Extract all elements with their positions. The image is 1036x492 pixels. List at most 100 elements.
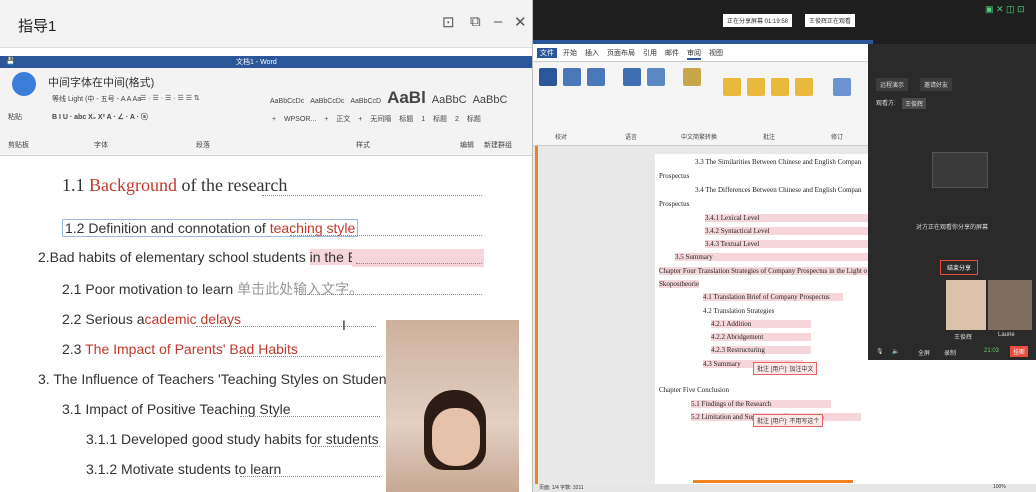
page-count: 页面: 1/4 字数: 3211 (539, 485, 584, 491)
doc-line: Prospectus (659, 200, 690, 208)
doc-line: 3.3 The Similarities Between Chinese and… (695, 158, 862, 166)
call-time: 21:03 (984, 348, 1000, 354)
style-names: + WPSOR... + 正文 + 无间隔 标题 1 标题 2 标题 (272, 114, 481, 124)
sharing-message: 对方正在观看你分享的屏幕 (916, 225, 989, 231)
doc-line: 3.4.3 Textual Level (705, 240, 873, 248)
tab-view[interactable]: 视图 (709, 48, 723, 58)
document-page[interactable]: 3.3 The Similarities Between Chinese and… (655, 154, 873, 484)
comment-1[interactable]: 批注 [用户]: 加注中文 (753, 362, 818, 375)
translate-icon[interactable] (623, 68, 641, 86)
paragraph-tools[interactable]: ☰ · ☰ · ☰ · ☰ ☰ ⇅ (140, 94, 200, 102)
screen-share-thumbnail (932, 152, 988, 188)
meeting-panel: 远程演示 邀请好友 观看方: 王俊辉 对方正在观看你分享的屏幕 结束分享 王俊辉… (868, 44, 1036, 492)
zoom-level[interactable]: 100% (993, 484, 1006, 490)
doc-line: 4.2.2 Abridgement (711, 333, 811, 341)
thesaurus-icon[interactable] (563, 68, 581, 86)
group-new: 新建群组 (484, 142, 512, 149)
group-tracking: 修订 (831, 135, 844, 141)
toc-highlight: Background (89, 175, 177, 195)
pin-icon[interactable]: ⊡ (442, 13, 455, 31)
word-count-icon[interactable] (587, 68, 605, 86)
tab-mailings[interactable]: 邮件 (665, 48, 679, 58)
style-sample[interactable]: AaBl (387, 88, 426, 108)
highlight-block (352, 249, 484, 267)
person-face (432, 408, 480, 466)
group-comments: 批注 (763, 135, 776, 141)
annotation-bracket (693, 480, 853, 483)
style-name: + 无间隔 (358, 116, 392, 123)
doc-line: Chapter Four Translation Strategies of C… (659, 267, 873, 275)
word-tab-bar: 文件 开始 插入 页面布局 引用 邮件 审阅 视图 (533, 44, 873, 62)
remote-demo-button[interactable]: 远程演示 (876, 78, 909, 91)
fullscreen-button[interactable]: 全屏 (918, 348, 930, 357)
right-window: 正在分享屏幕 01:19:58 王俊辉正在观看 ▣ ✕ ◫ ⊡ 文件 开始 插入… (532, 0, 1036, 492)
paste-button[interactable]: 粘贴 (8, 112, 22, 122)
style-sample[interactable]: AaBbC (473, 94, 508, 106)
word-ribbon: 中间字体在中间(格式) 等线 Light (中 - 五号 - A A Aa B … (0, 68, 532, 156)
review-ribbon: 校对 语言 中文简繁转换 批注 修订 (533, 62, 873, 146)
tab-layout[interactable]: 页面布局 (607, 48, 635, 58)
style-sample[interactable]: AaBbCcDc (310, 98, 344, 105)
group-paragraph: 段落 (196, 142, 210, 149)
save-icon[interactable]: 💾 (6, 57, 15, 65)
doc-line: 4.2.3 Restructuring (711, 346, 811, 354)
track-changes-icon[interactable] (833, 78, 851, 96)
close-icon[interactable]: ✕ (514, 13, 527, 31)
doc-line: 3.5 Summary (675, 253, 873, 261)
group-font: 字体 (94, 142, 108, 149)
toc-text: 3.1.2 Motivate students to learn (86, 461, 282, 477)
window-title: 指导1 (18, 18, 57, 35)
stop-share-button[interactable]: 结束分享 (940, 260, 979, 275)
style-sample[interactable]: AaBbCcDc (270, 98, 304, 105)
doc-line: Chapter Five Conclusion (659, 386, 729, 394)
toc-text: 2.Bad habits of elementary school studen… (38, 249, 310, 265)
tab-review[interactable]: 审阅 (687, 48, 701, 60)
doc-line: 4.2.1 Addition (711, 320, 811, 328)
style-sample[interactable]: AaBbC (432, 94, 467, 106)
toc-line: 2.3 The Impact of Parents' Bad Habits (62, 341, 298, 357)
word-title-bar: 💾 文档1 - Word (0, 56, 532, 68)
style-sample[interactable]: AaBbCcD (350, 98, 381, 105)
tab-references[interactable]: 引用 (643, 48, 657, 58)
participant-name-2: Laurie (998, 332, 1015, 338)
toc-highlight: teaching style (269, 220, 356, 236)
leader-dots (300, 294, 482, 295)
text-cursor-icon: I (342, 317, 346, 333)
style-name: 标题 2 (433, 116, 459, 123)
style-name: 标题 (466, 116, 481, 123)
language-icon[interactable] (647, 68, 665, 86)
leader-dots (196, 326, 376, 327)
tab-file[interactable]: 文件 (537, 48, 557, 58)
toc-highlight: cademic delays (144, 311, 242, 327)
minimize-icon[interactable]: – (494, 13, 502, 30)
prev-comment-icon[interactable] (771, 78, 789, 96)
tab-home[interactable]: 开始 (563, 48, 577, 58)
participant-video-2 (988, 280, 1032, 330)
assistant-icon[interactable] (12, 72, 36, 96)
comment-2[interactable]: 批注 [用户]: 不用写这个 (753, 414, 824, 427)
invite-button[interactable]: 邀请好友 (920, 78, 953, 91)
font-format-row[interactable]: B I U · abc X₂ X² A · ∠ · A · ⓐ (52, 112, 148, 122)
tab-insert[interactable]: 插入 (585, 48, 599, 58)
restore-icon[interactable]: ⧉ (470, 13, 481, 30)
chinese-convert-icon[interactable] (683, 68, 701, 86)
next-comment-icon[interactable] (795, 78, 813, 96)
delete-comment-icon[interactable] (747, 78, 765, 96)
speaker-icon[interactable]: 🔈 (892, 348, 899, 355)
toc-line: 2.2 Serious academic delays (62, 311, 241, 327)
mic-icon[interactable]: 🎙 (876, 348, 884, 355)
toc-line: 3.1.2 Motivate students to learn (86, 461, 281, 477)
hangup-button[interactable]: 挂断 (1010, 346, 1029, 357)
toc-text: 3.1 Impact of Positive Teaching Style (62, 401, 291, 417)
record-button[interactable]: 录制 (944, 348, 956, 357)
spelling-icon[interactable] (539, 68, 557, 86)
window-controls-icon[interactable]: ▣ ✕ ◫ ⊡ (985, 4, 1025, 15)
new-comment-icon[interactable] (723, 78, 741, 96)
font-selector[interactable]: 等线 Light (中 - 五号 - A A Aa (52, 94, 141, 104)
leader-dots (240, 416, 380, 417)
toc-text: of the research (176, 175, 288, 195)
styles-gallery[interactable]: AaBbCcDc AaBbCcDc AaBbCcD AaBl AaBbC AaB… (270, 88, 511, 108)
toc-text: 1.2 Definition and connotation of (65, 220, 270, 236)
review-document-area[interactable]: 3.3 The Similarities Between Chinese and… (533, 146, 873, 486)
group-proofing: 校对 (555, 135, 568, 141)
